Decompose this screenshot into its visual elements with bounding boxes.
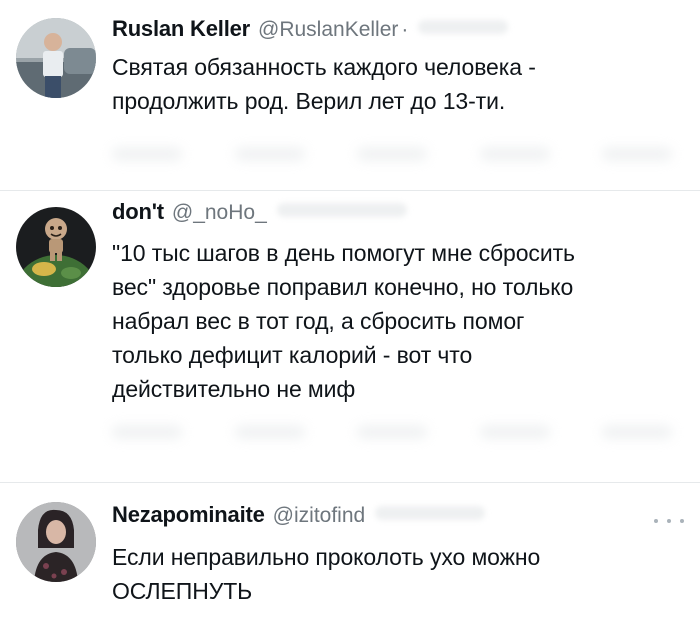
blurred-actions bbox=[112, 426, 672, 442]
tweet-text: Если неправильно проколоть ухо можно ОСЛ… bbox=[112, 544, 541, 604]
user-photo-icon bbox=[16, 502, 96, 582]
display-name[interactable]: don't bbox=[112, 199, 164, 225]
blurred-timestamp bbox=[375, 506, 486, 520]
blurred-actions bbox=[112, 148, 672, 164]
tweet[interactable]: don't @_noHo_ "10 тыс шагов в день помог… bbox=[0, 191, 700, 482]
tweet-header: Ruslan Keller @RuslanKeller · bbox=[112, 16, 509, 46]
separator-dot: · bbox=[401, 18, 409, 41]
avatar[interactable] bbox=[16, 18, 96, 98]
tweet[interactable]: Ruslan Keller @RuslanKeller · Святая обя… bbox=[0, 0, 700, 190]
tweet-header: don't @_noHo_ bbox=[112, 199, 407, 229]
tweet-feed: Ruslan Keller @RuslanKeller · Святая обя… bbox=[0, 0, 700, 619]
more-options-icon[interactable] bbox=[654, 513, 684, 529]
blurred-timestamp bbox=[276, 203, 407, 217]
avatar[interactable] bbox=[16, 502, 96, 582]
tweet-header: Nezapominaite @izitofind bbox=[112, 502, 486, 532]
tweet[interactable]: Nezapominaite @izitofind Если неправильн… bbox=[0, 483, 700, 619]
blurred-timestamp bbox=[418, 20, 509, 34]
display-name[interactable]: Nezapominaite bbox=[112, 502, 265, 528]
sackboy-globe-icon bbox=[16, 207, 96, 287]
tweet-text: "10 тыс шагов в день помогут мне сбросит… bbox=[112, 240, 575, 402]
tweet-text: Святая обязанность каждого человека - пр… bbox=[112, 54, 536, 114]
avatar[interactable] bbox=[16, 207, 96, 287]
display-name[interactable]: Ruslan Keller bbox=[112, 16, 250, 42]
user-handle[interactable]: @_noHo_ bbox=[172, 201, 267, 225]
user-handle[interactable]: @izitofind bbox=[273, 504, 366, 528]
user-photo-icon bbox=[16, 18, 96, 98]
user-handle[interactable]: @RuslanKeller bbox=[258, 18, 398, 42]
